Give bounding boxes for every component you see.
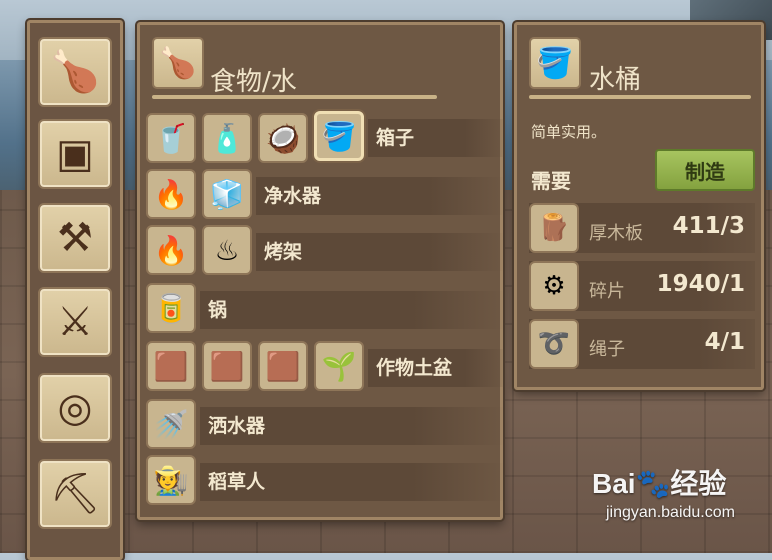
requirement-count: 1940/1 — [656, 271, 745, 297]
recipe-list-panel: 🍗 食物/水 箱子 🥤 🧴 🥥 🪣 净水器 🔥 🧊 烤架 🔥 ♨ 锅 🥫 作物土… — [137, 22, 506, 520]
campfire-icon: 🔥 — [153, 177, 189, 211]
item-small-plot-slot[interactable]: 🟫 — [146, 341, 196, 391]
drumstick-drop-icon: 🍗 — [50, 49, 100, 95]
category-sidebar: 🍗 ▣ ⚒ ⚔ ◎ ⛏ — [27, 20, 123, 560]
item-large-plot-slot[interactable]: 🟫 — [258, 341, 308, 391]
item-bucket-slot[interactable]: 🪣 — [314, 111, 364, 161]
grass-plot-icon: 🌱 — [321, 349, 357, 383]
item-simple-purifier-slot[interactable]: 🔥 — [146, 169, 196, 219]
category-food-water-button[interactable]: 🍗 — [38, 37, 112, 107]
category-tools-button[interactable]: ⚒ — [38, 203, 112, 273]
sprinkler-icon: 🚿 — [153, 407, 189, 441]
row-label-scarecrow[interactable]: 稻草人 — [200, 463, 504, 501]
cooking-pot-icon: 🥫 — [153, 291, 189, 325]
row-label-grill[interactable]: 烤架 — [256, 233, 504, 271]
drumstick-icon: 🍗 — [152, 37, 204, 89]
small-plot-icon: 🟫 — [153, 349, 189, 383]
coconut-bowl-icon: 🥥 — [265, 121, 301, 155]
row-label-purifier[interactable]: 净水器 — [256, 177, 504, 215]
grill-fire-icon: 🔥 — [153, 233, 189, 267]
plank-icon: 🪵 — [529, 203, 579, 253]
crossed-swords-icon: ⚔ — [57, 299, 93, 345]
detail-title: 水桶 — [589, 65, 642, 95]
requirement-name: 厚木板 — [589, 223, 643, 244]
hammer-axe-icon: ⚒ — [57, 215, 93, 261]
row-label-pot[interactable]: 锅 — [200, 291, 504, 329]
item-plastic-bottle-slot[interactable]: 🧴 — [202, 113, 252, 163]
rope-icon: ➰ — [529, 319, 579, 369]
requirement-name: 绳子 — [589, 339, 625, 360]
row-label-chest[interactable]: 箱子 — [368, 119, 506, 157]
item-coconut-bowl-slot[interactable]: 🥥 — [258, 113, 308, 163]
cup-icon: 🥤 — [153, 121, 189, 155]
item-sprinkler-slot[interactable]: 🚿 — [146, 399, 196, 449]
snorkel-mask-icon: ◎ — [57, 385, 93, 431]
plastic-bottle-icon: 🧴 — [209, 121, 245, 155]
detail-title-underline — [529, 95, 751, 99]
requirement-count: 4/1 — [704, 329, 745, 355]
craft-button[interactable]: 制造 — [655, 149, 755, 191]
item-medium-plot-slot[interactable]: 🟫 — [202, 341, 252, 391]
purifier-icon: 🧊 — [209, 177, 245, 211]
item-grass-plot-slot[interactable]: 🌱 — [314, 341, 364, 391]
item-cooking-pot-slot[interactable]: 🥫 — [146, 283, 196, 333]
watermark-logo-text: Bai🐾经验 — [592, 468, 727, 499]
category-storage-button[interactable]: ▣ — [38, 119, 112, 189]
row-label-sprinkler[interactable]: 洒水器 — [200, 407, 504, 445]
requirement-row: ⚙ 碎片 1940/1 — [529, 261, 755, 311]
requirement-row: ➰ 绳子 4/1 — [529, 319, 755, 369]
scrap-icon: ⚙ — [529, 261, 579, 311]
scarecrow-icon: 🧑‍🌾 — [153, 463, 189, 497]
watermark-url: jingyan.baidu.com — [606, 504, 735, 521]
item-advanced-grill-slot[interactable]: ♨ — [202, 225, 252, 275]
requirement-row: 🪵 厚木板 411/3 — [529, 203, 755, 253]
requires-label: 需要 — [531, 169, 571, 193]
item-description: 简单实用。 — [531, 123, 607, 141]
drill-icon: ⛏ — [49, 471, 101, 517]
category-weapons-button[interactable]: ⚔ — [38, 287, 112, 357]
crate-icon: ▣ — [56, 131, 94, 177]
baidu-jingyan-watermark: Bai🐾经验 jingyan.baidu.com — [592, 462, 735, 522]
requirement-name: 碎片 — [589, 281, 625, 302]
item-advanced-purifier-slot[interactable]: 🧊 — [202, 169, 252, 219]
title-underline — [152, 95, 437, 99]
large-plot-icon: 🟫 — [265, 349, 301, 383]
category-other-button[interactable]: ⛏ — [38, 459, 112, 529]
item-cup-slot[interactable]: 🥤 — [146, 113, 196, 163]
bucket-icon: 🪣 — [321, 119, 357, 153]
medium-plot-icon: 🟫 — [209, 349, 245, 383]
category-equipment-button[interactable]: ◎ — [38, 373, 112, 443]
grill-icon: ♨ — [214, 233, 240, 267]
row-label-crop-plot[interactable]: 作物土盆 — [368, 349, 506, 387]
bucket-icon: 🪣 — [529, 37, 581, 89]
recipe-detail-panel: 🪣 水桶 简单实用。 需要 制造 🪵 厚木板 411/3 ⚙ 碎片 1940/1… — [514, 22, 764, 390]
requirement-count: 411/3 — [672, 213, 745, 239]
item-scarecrow-slot[interactable]: 🧑‍🌾 — [146, 455, 196, 505]
list-panel-title: 食物/水 — [210, 67, 297, 97]
item-simple-grill-slot[interactable]: 🔥 — [146, 225, 196, 275]
